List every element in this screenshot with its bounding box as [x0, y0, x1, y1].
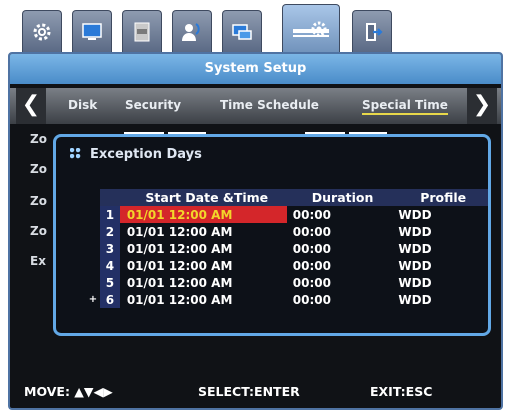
exception-days-dialog: Exception Days Start Date &Time Duration… — [53, 134, 491, 336]
table-row[interactable]: 3 01/01 12:00 AM 00:00 WDD — [86, 240, 488, 257]
start-datetime-cell[interactable]: 01/01 12:00 AM — [120, 291, 287, 308]
tab-setup-gear[interactable] — [22, 10, 62, 52]
select-hint: SELECT:ENTER — [198, 384, 300, 399]
page-title: System Setup — [10, 54, 501, 84]
add-row-marker[interactable]: + — [86, 291, 100, 308]
start-datetime-cell[interactable]: 01/01 12:00 AM — [120, 257, 287, 274]
profile-cell[interactable]: WDD — [392, 274, 488, 291]
duration-cell[interactable]: 00:00 — [287, 274, 393, 291]
table-row[interactable]: 2 01/01 12:00 AM 00:00 WDD — [86, 223, 488, 240]
gear-icon — [33, 23, 51, 40]
tab-exit[interactable] — [352, 10, 392, 52]
exception-label: Ex — [30, 254, 46, 268]
table-row[interactable]: 1 01/01 12:00 AM 00:00 WDD — [86, 206, 488, 223]
row-number: 3 — [99, 240, 120, 257]
duration-cell[interactable]: 00:00 — [287, 291, 393, 308]
profile-cell[interactable]: WDD — [392, 257, 488, 274]
row-number: 5 — [99, 274, 120, 291]
sub-tab-bar: ❮ Disk Security Time Schedule Special Ti… — [10, 88, 501, 124]
row-number: 2 — [99, 223, 120, 240]
tab-display[interactable] — [72, 10, 112, 52]
move-hint: MOVE: ▲▼◀▶ — [24, 384, 113, 399]
tab-network[interactable] — [222, 10, 262, 52]
chevron-left-icon[interactable]: ❮ — [16, 88, 46, 124]
duration-cell[interactable]: 00:00 — [287, 206, 393, 223]
network-icon — [232, 23, 252, 40]
tab-security[interactable]: Security — [125, 98, 181, 112]
tab-user[interactable] — [172, 10, 212, 52]
profile-cell[interactable]: WDD — [392, 206, 488, 223]
profile-cell[interactable]: WDD — [392, 240, 488, 257]
grip-icon — [70, 148, 82, 159]
start-datetime-cell[interactable]: 01/01 12:00 AM — [119, 206, 287, 223]
duration-cell[interactable]: 00:00 — [287, 240, 393, 257]
row-number: 4 — [99, 257, 120, 274]
exit-hint: EXIT:ESC — [370, 384, 433, 399]
table-header-row: Start Date &Time Duration Profile — [86, 189, 488, 206]
tab-hdd[interactable] — [122, 10, 162, 52]
zone-label: Zo — [30, 194, 47, 208]
start-datetime-cell[interactable]: 01/01 12:00 AM — [120, 223, 287, 240]
exception-days-table: Start Date &Time Duration Profile 1 01/0… — [86, 189, 488, 308]
dialog-title: Exception Days — [90, 147, 202, 162]
top-tab-bar — [22, 4, 417, 56]
hdd-icon — [134, 22, 150, 41]
start-datetime-cell[interactable]: 01/01 12:00 AM — [120, 240, 287, 257]
chevron-right-icon[interactable]: ❯ — [467, 88, 497, 124]
zone-label: Zo — [30, 224, 47, 238]
profile-cell[interactable]: WDD — [392, 223, 488, 240]
table-row[interactable]: + 6 01/01 12:00 AM 00:00 WDD — [86, 291, 488, 308]
user-icon — [182, 22, 200, 41]
tab-time-schedule[interactable]: Time Schedule — [220, 98, 319, 112]
exit-icon — [366, 22, 383, 41]
tab-disk[interactable]: Disk — [68, 98, 97, 112]
dialog-header: Exception Days — [70, 147, 202, 162]
row-number: 1 — [99, 206, 120, 223]
main-frame: System Setup ❮ Disk Security Time Schedu… — [8, 52, 503, 410]
zone-label: Zo — [30, 132, 47, 146]
duration-cell[interactable]: 00:00 — [287, 257, 393, 274]
column-header-profile: Profile — [392, 189, 488, 206]
zone-label: Zo — [30, 162, 47, 176]
row-number: 6 — [99, 291, 120, 308]
system-icon — [293, 21, 329, 37]
duration-cell[interactable]: 00:00 — [287, 223, 393, 240]
tab-system[interactable] — [282, 4, 340, 56]
start-datetime-cell[interactable]: 01/01 12:00 AM — [120, 274, 287, 291]
monitor-icon — [82, 22, 102, 40]
table-row[interactable]: 4 01/01 12:00 AM 00:00 WDD — [86, 257, 488, 274]
table-row[interactable]: 5 01/01 12:00 AM 00:00 WDD — [86, 274, 488, 291]
profile-cell[interactable]: WDD — [392, 291, 488, 308]
column-header-duration: Duration — [286, 189, 393, 206]
column-header-start: Start Date &Time — [119, 189, 287, 206]
tab-special-time[interactable]: Special Time — [362, 98, 448, 115]
